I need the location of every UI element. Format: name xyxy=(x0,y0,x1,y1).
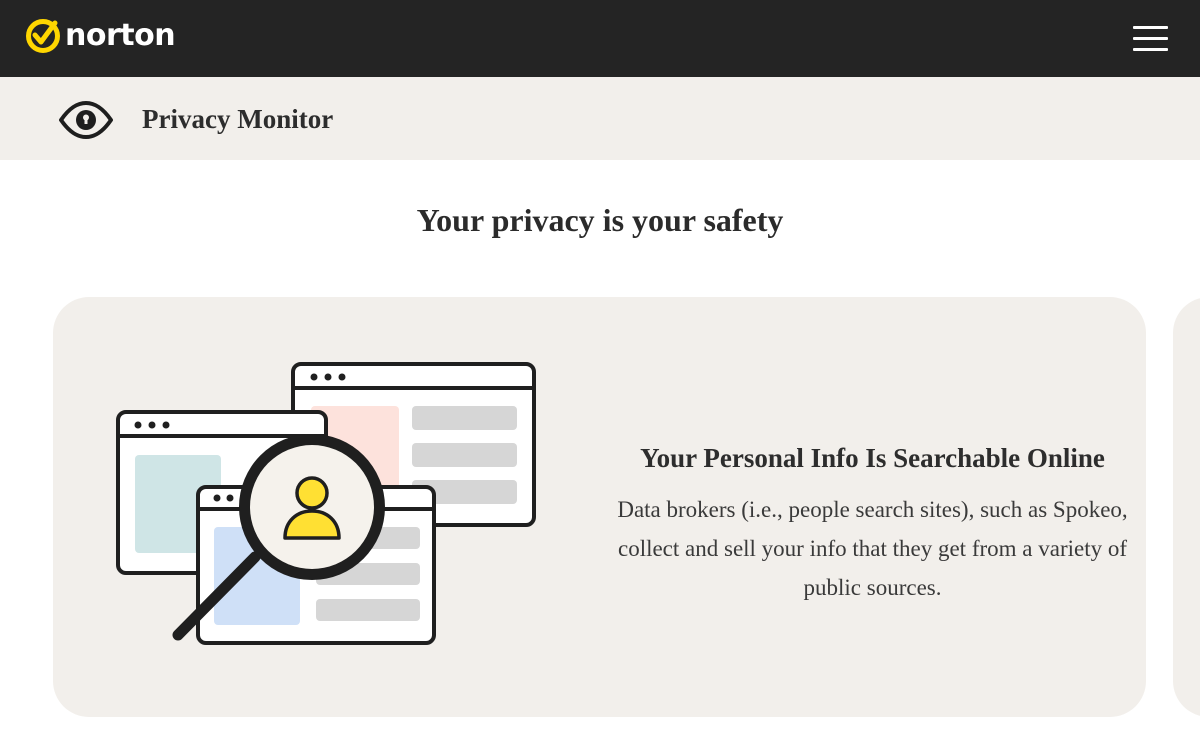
card-title: Your Personal Info Is Searchable Online xyxy=(640,443,1105,473)
norton-check-icon xyxy=(26,19,60,53)
top-navigation-bar: norton xyxy=(0,0,1200,77)
card-description: Data brokers (i.e., people search sites)… xyxy=(617,497,1128,600)
eye-icon xyxy=(59,101,113,139)
hamburger-menu-icon[interactable] xyxy=(1133,24,1169,52)
people-search-illustration xyxy=(116,362,536,645)
page-heading: Your privacy is your safety xyxy=(416,202,784,238)
norton-logo[interactable]: norton xyxy=(25,18,176,54)
next-card-peek xyxy=(1173,297,1200,717)
brand-name: norton xyxy=(65,18,176,53)
product-title: Privacy Monitor xyxy=(142,104,334,134)
